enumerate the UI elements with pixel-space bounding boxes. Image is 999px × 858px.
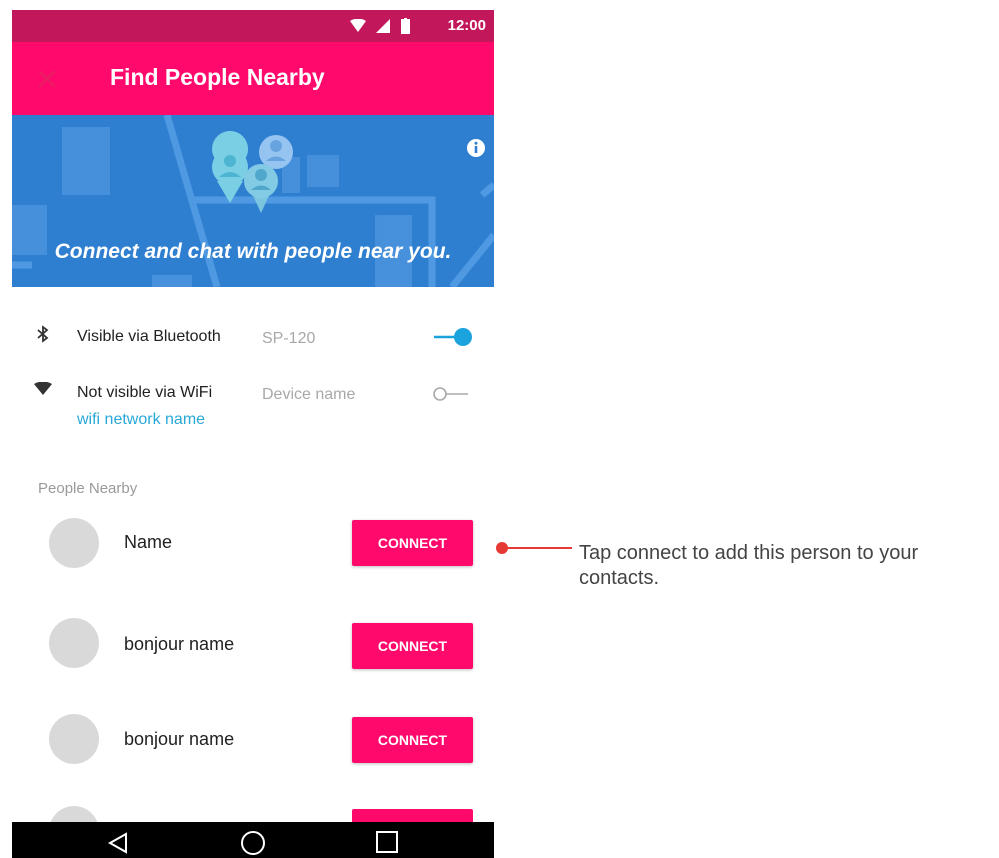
app-bar: Find People Nearby bbox=[12, 42, 494, 115]
bluetooth-device-name[interactable]: SP-120 bbox=[262, 330, 315, 348]
status-bar: 12:00 bbox=[12, 10, 494, 42]
battery-icon bbox=[401, 18, 410, 34]
wifi-signal-icon bbox=[350, 19, 366, 32]
avatar bbox=[49, 518, 99, 568]
bluetooth-icon bbox=[37, 325, 49, 343]
people-nearby-header: People Nearby bbox=[38, 480, 138, 497]
person-name: bonjour name bbox=[124, 729, 235, 749]
back-icon[interactable] bbox=[107, 830, 129, 858]
wifi-icon bbox=[34, 382, 52, 395]
phone-screen: 12:00 Find People Nearby Connect and cha… bbox=[12, 10, 494, 858]
connect-button[interactable]: CONNECT bbox=[352, 623, 473, 669]
avatar bbox=[49, 714, 99, 764]
bluetooth-label: Visible via Bluetooth bbox=[77, 328, 221, 345]
bluetooth-toggle[interactable] bbox=[432, 326, 476, 348]
page-title: Find People Nearby bbox=[110, 64, 325, 90]
person-name: bonjour name bbox=[124, 634, 235, 654]
cell-signal-icon bbox=[376, 19, 390, 33]
navigation-bar bbox=[12, 822, 494, 858]
status-time: 12:00 bbox=[447, 17, 486, 34]
banner-tagline: Connect and chat with people near you. bbox=[54, 240, 452, 263]
recents-icon[interactable] bbox=[374, 828, 400, 858]
annotation-text: Tap connect to add this person to your c… bbox=[579, 542, 919, 589]
connect-button[interactable]: CONNECT bbox=[352, 717, 473, 763]
home-icon[interactable] bbox=[240, 828, 266, 858]
wifi-network-link[interactable]: wifi network name bbox=[77, 411, 205, 429]
close-button[interactable] bbox=[32, 64, 62, 94]
wifi-toggle[interactable] bbox=[432, 383, 476, 405]
wifi-device-name-field[interactable]: Device name bbox=[262, 386, 355, 404]
avatar bbox=[49, 618, 99, 668]
annotation-pointer bbox=[496, 542, 572, 554]
map-banner: Connect and chat with people near you. bbox=[12, 115, 494, 287]
info-icon[interactable] bbox=[466, 138, 486, 158]
close-icon bbox=[38, 70, 56, 88]
connect-button[interactable]: CONNECT bbox=[352, 520, 473, 566]
person-name: Name bbox=[124, 532, 173, 552]
wifi-label: Not visible via WiFi bbox=[77, 384, 213, 401]
